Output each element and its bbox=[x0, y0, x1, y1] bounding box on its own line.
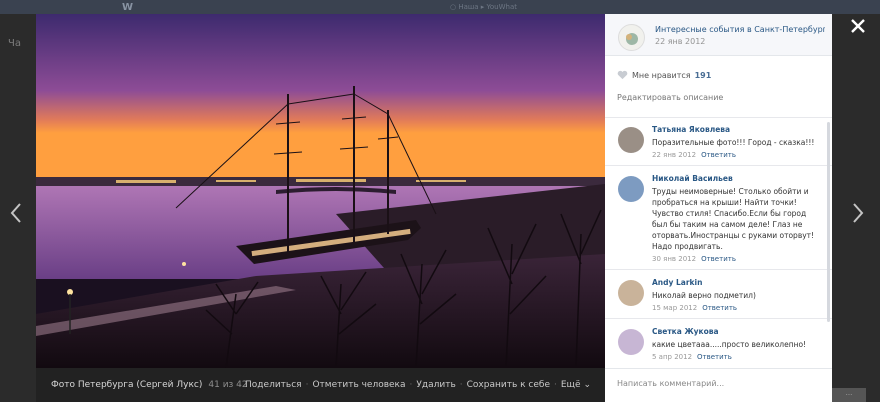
comment-author[interactable]: Andy Larkin bbox=[652, 278, 822, 287]
photo-image bbox=[36, 14, 605, 368]
comment-date[interactable]: 5 апр 2012 bbox=[652, 353, 692, 361]
reply-link[interactable]: Ответить bbox=[697, 353, 732, 361]
background-corner-widget: ··· bbox=[832, 388, 866, 402]
separator: · bbox=[554, 380, 557, 390]
avatar[interactable] bbox=[618, 329, 644, 355]
comment-author[interactable]: Николай Васильев bbox=[652, 174, 822, 183]
delete-button[interactable]: Удалить bbox=[416, 380, 455, 390]
reply-link[interactable]: Ответить bbox=[702, 304, 737, 312]
more-button[interactable]: Ещё ⌄ bbox=[561, 380, 591, 390]
comment-meta: 30 янв 2012 Ответить bbox=[652, 255, 822, 263]
photo-footer: Фото Петербурга (Сергей Лукс) 41 из 42 По… bbox=[36, 368, 605, 402]
separator: · bbox=[459, 380, 463, 390]
comment-author[interactable]: Светка Жукова bbox=[652, 327, 822, 336]
album-header: Интересные события в Санкт-Петербург... … bbox=[605, 14, 832, 56]
edit-description-link[interactable]: Редактировать описание bbox=[617, 93, 723, 102]
next-photo-icon[interactable] bbox=[852, 202, 864, 224]
comment-meta: 15 мар 2012 Ответить bbox=[652, 304, 822, 312]
comment-author[interactable]: Татьяна Яковлева bbox=[652, 125, 822, 134]
comment-item: Татьяна Яковлева Поразительные фото!!! Г… bbox=[605, 117, 832, 166]
comment-input[interactable] bbox=[617, 379, 817, 388]
info-panel: Интересные события в Санкт-Петербург... … bbox=[605, 14, 832, 402]
prev-photo-icon[interactable] bbox=[10, 202, 22, 224]
chevron-down-icon: ⌄ bbox=[583, 380, 591, 390]
tag-person-button[interactable]: Отметить человека bbox=[312, 380, 405, 390]
album-avatar[interactable] bbox=[618, 24, 645, 51]
comment-meta: 5 апр 2012 Ответить bbox=[652, 353, 822, 361]
comment-item: Николай Васильев Труды неимоверные! Стол… bbox=[605, 166, 832, 270]
album-title[interactable]: Интересные события в Санкт-Петербург... bbox=[655, 25, 825, 34]
comment-box bbox=[605, 368, 832, 402]
close-icon[interactable] bbox=[849, 17, 867, 35]
like-label: Мне нравится bbox=[632, 70, 691, 80]
reply-link[interactable]: Ответить bbox=[701, 151, 736, 159]
like-button[interactable]: Мне нравится 191 bbox=[617, 70, 711, 80]
comment-text: какие цветааа.....просто великолепно! bbox=[652, 340, 807, 349]
comment-date[interactable]: 30 янв 2012 bbox=[652, 255, 696, 263]
separator: · bbox=[409, 380, 413, 390]
avatar[interactable] bbox=[618, 127, 644, 153]
like-count[interactable]: 191 bbox=[695, 71, 712, 80]
reply-link[interactable]: Ответить bbox=[701, 255, 736, 263]
avatar[interactable] bbox=[618, 176, 644, 202]
heart-icon bbox=[617, 70, 628, 80]
share-button[interactable]: Поделиться bbox=[245, 380, 302, 390]
background-logo: W bbox=[122, 2, 134, 13]
photo-actions: Поделиться · Отметить человека · Удалить… bbox=[245, 380, 591, 390]
background-header-text: ○ Наша ▸ YouWhat bbox=[450, 3, 518, 11]
photo-viewer: Фото Петербурга (Сергей Лукс) 41 из 42 По… bbox=[36, 14, 832, 402]
photo[interactable] bbox=[36, 14, 605, 368]
photo-title-wrap: Фото Петербурга (Сергей Лукс) 41 из 42 bbox=[51, 380, 248, 390]
comment-text: Поразительные фото!!! Город - сказка!!! bbox=[652, 138, 815, 147]
comment-date[interactable]: 15 мар 2012 bbox=[652, 304, 697, 312]
separator: · bbox=[305, 380, 309, 390]
more-label: Ещё bbox=[560, 380, 581, 390]
album-date: 22 янв 2012 bbox=[655, 37, 706, 46]
background-sidebar-text: Ча bbox=[8, 38, 21, 49]
comment-text: Николай верно подметил) bbox=[652, 291, 756, 300]
comments-list[interactable]: Татьяна Яковлева Поразительные фото!!! Г… bbox=[605, 117, 832, 365]
comment-text: Труды неимоверные! Столько обойти и проб… bbox=[652, 187, 815, 251]
comment-meta: 22 янв 2012 Ответить bbox=[652, 151, 822, 159]
photo-title: Фото Петербурга (Сергей Лукс) bbox=[51, 380, 203, 390]
comment-item: Светка Жукова какие цветааа.....просто в… bbox=[605, 319, 832, 365]
comment-date[interactable]: 22 янв 2012 bbox=[652, 151, 696, 159]
save-to-me-button[interactable]: Сохранить к себе bbox=[467, 380, 550, 390]
comments-scrollbar[interactable] bbox=[827, 122, 830, 322]
photo-counter: 41 из 42 bbox=[208, 380, 248, 390]
background-header: W ○ Наша ▸ YouWhat bbox=[0, 0, 880, 14]
comment-item: Andy Larkin Николай верно подметил) 15 м… bbox=[605, 270, 832, 319]
album-avatar-image bbox=[626, 33, 638, 45]
avatar[interactable] bbox=[618, 280, 644, 306]
